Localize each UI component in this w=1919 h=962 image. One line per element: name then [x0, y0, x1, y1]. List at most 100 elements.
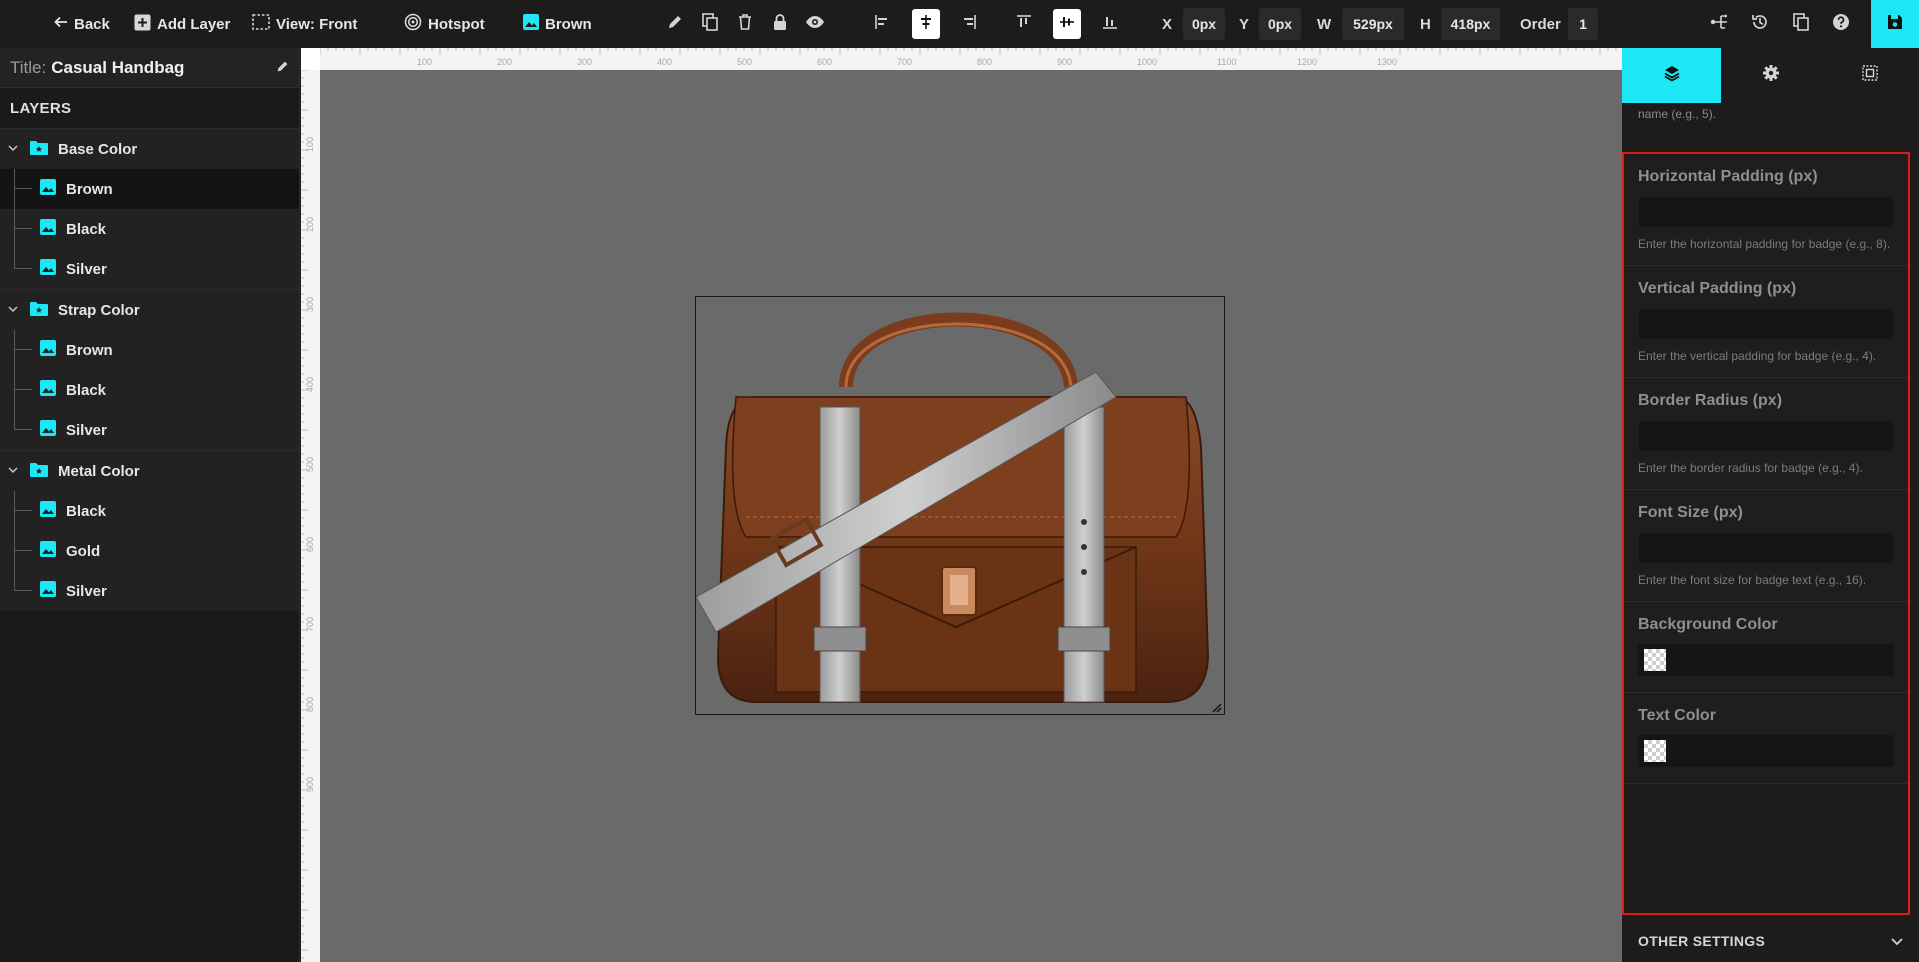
tree-connector — [14, 229, 15, 249]
layer-item[interactable]: Silver — [0, 410, 299, 450]
setting-field: Border Radius (px) Enter the border radiu… — [1624, 378, 1908, 490]
setting-help-text: Enter the border radius for badge (e.g.,… — [1638, 461, 1863, 475]
other-settings-label: OTHER SETTINGS — [1638, 932, 1766, 949]
hotspot-button[interactable]: Hotspot — [404, 0, 485, 48]
tree-connector — [14, 169, 32, 189]
w-label: W — [1317, 15, 1332, 33]
tree-connector — [14, 209, 32, 229]
layer-group-header[interactable]: Base Color — [0, 129, 299, 169]
setting-help-text: Enter the font size for badge text (e.g.… — [1638, 573, 1867, 587]
other-settings-toggle[interactable]: OTHER SETTINGS — [1622, 919, 1919, 962]
tab-settings[interactable] — [1721, 48, 1820, 103]
layer-item-label: Silver — [66, 421, 107, 439]
chevron-down-icon — [8, 465, 24, 477]
design-canvas[interactable]: 100 200 300 400 500 600 700 800 900 1000 1100 1200 1… — [301, 48, 1622, 962]
layer-group-header[interactable]: Metal Color — [0, 451, 299, 491]
view-selector-button[interactable]: View: Front — [252, 0, 357, 48]
layer-group-name: Base Color — [58, 140, 138, 158]
align-left-button[interactable] — [869, 0, 895, 48]
visibility-button[interactable] — [802, 0, 828, 48]
layer-item[interactable]: Black — [0, 491, 299, 531]
edit-button[interactable] — [662, 0, 688, 48]
color-picker-input[interactable] — [1638, 644, 1894, 676]
image-icon — [40, 340, 56, 360]
select-box-icon — [1861, 65, 1878, 86]
tab-layers[interactable] — [1622, 48, 1721, 103]
layer-group-header[interactable]: Strap Color — [0, 290, 299, 330]
layer-item[interactable]: Brown — [0, 169, 299, 209]
current-layer-indicator[interactable]: Brown — [523, 0, 592, 48]
product-title-row: Title: Casual Handbag — [0, 48, 299, 88]
align-bottom-icon — [1102, 14, 1118, 34]
save-button[interactable] — [1871, 0, 1919, 48]
setting-label: Horizontal Padding (px) — [1638, 168, 1818, 185]
height-input[interactable]: 418px — [1441, 8, 1500, 40]
handbag-image — [695, 312, 1210, 703]
chevron-down-icon — [8, 304, 24, 316]
horizontal-ruler: 100 200 300 400 500 600 700 800 900 1000 1100 1200 1… — [301, 48, 1622, 70]
layer-item-label: Brown — [66, 180, 113, 198]
share-flow-button[interactable] — [1707, 0, 1733, 48]
align-center-h-icon — [918, 14, 934, 34]
back-label: Back — [74, 15, 110, 33]
order-input[interactable]: 1 — [1568, 8, 1598, 40]
history-button[interactable] — [1747, 0, 1773, 48]
selected-layer-frame[interactable] — [695, 296, 1225, 715]
image-icon — [40, 259, 56, 279]
resize-handle[interactable] — [1210, 700, 1222, 713]
width-input[interactable]: 529px — [1342, 8, 1404, 40]
x-input[interactable]: 0px — [1183, 8, 1225, 40]
eye-icon — [805, 15, 825, 33]
layer-item[interactable]: Brown — [0, 330, 299, 370]
align-middle-v-button[interactable] — [1053, 9, 1081, 39]
ruler-corner — [301, 48, 320, 70]
copy-icon — [1793, 13, 1809, 35]
layer-item-label: Brown — [66, 341, 113, 359]
title-label: Title: — [10, 57, 47, 77]
delete-button[interactable] — [732, 0, 758, 48]
align-left-icon — [874, 14, 890, 34]
product-customizer-editor: Back Add Layer View: Front Hotspot Brown — [0, 0, 1919, 962]
back-button[interactable]: Back — [54, 0, 110, 48]
layer-group: Base Color Brown Black Silver — [0, 128, 299, 289]
layer-item[interactable]: Black — [0, 209, 299, 249]
layer-item[interactable]: Gold — [0, 531, 299, 571]
setting-input[interactable] — [1638, 532, 1894, 564]
tab-selection[interactable] — [1820, 48, 1919, 103]
layer-item-label: Gold — [66, 542, 101, 560]
panel-tabs — [1622, 48, 1919, 103]
color-picker-input[interactable] — [1638, 735, 1894, 767]
layer-item[interactable]: Silver — [0, 249, 299, 289]
setting-input[interactable] — [1638, 420, 1894, 452]
layer-group-name: Metal Color — [58, 462, 140, 480]
badge-style-settings: Horizontal Padding (px) Enter the horizon… — [1622, 152, 1910, 915]
image-icon — [40, 219, 56, 239]
setting-input[interactable] — [1638, 308, 1894, 340]
add-layer-button[interactable]: Add Layer — [134, 0, 230, 48]
image-icon — [40, 179, 56, 199]
layer-item-label: Silver — [66, 582, 107, 600]
lock-icon — [773, 13, 787, 35]
pencil-icon[interactable] — [276, 58, 289, 78]
align-middle-v-icon — [1059, 14, 1075, 34]
pencil-icon — [667, 14, 683, 34]
align-top-button[interactable] — [1011, 0, 1037, 48]
layer-item-label: Black — [66, 220, 107, 238]
setting-field: Horizontal Padding (px) Enter the horizon… — [1624, 154, 1908, 266]
layer-item[interactable]: Silver — [0, 571, 299, 611]
lock-button[interactable] — [767, 0, 793, 48]
help-button[interactable] — [1828, 0, 1854, 48]
align-center-h-button[interactable] — [912, 9, 940, 39]
layer-groups: Base Color Brown Black Silver Strap Color Bro… — [0, 128, 299, 611]
align-bottom-button[interactable] — [1097, 0, 1123, 48]
setting-input[interactable] — [1638, 196, 1894, 228]
layer-item[interactable]: Black — [0, 370, 299, 410]
duplicate-button[interactable] — [697, 0, 723, 48]
history-icon — [1751, 13, 1769, 35]
copy-product-button[interactable] — [1788, 0, 1814, 48]
y-input[interactable]: 0px — [1259, 8, 1301, 40]
numeric-fields: Horizontal Padding (px) Enter the horizon… — [1624, 154, 1908, 602]
setting-label: Border Radius (px) — [1638, 392, 1783, 409]
align-right-button[interactable] — [956, 0, 982, 48]
layers-header: LAYERS — [10, 99, 72, 117]
